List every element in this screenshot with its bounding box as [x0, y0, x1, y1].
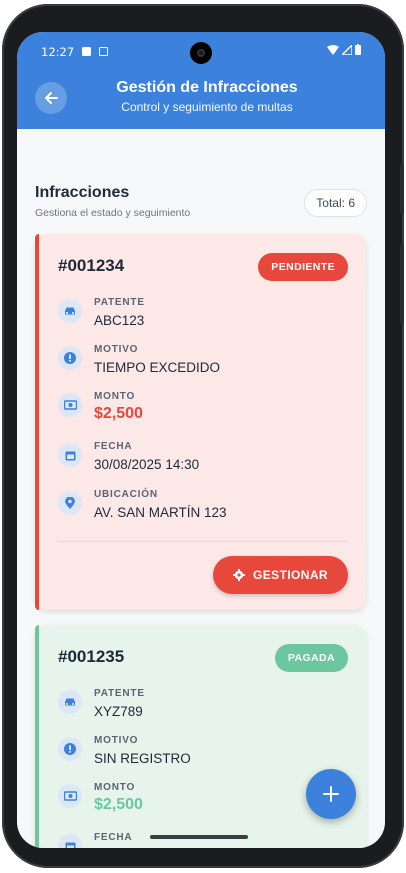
- alert-icon: [58, 346, 82, 370]
- field-value: XYZ789: [94, 704, 143, 719]
- wifi-icon: [327, 44, 339, 55]
- power-button: [400, 164, 404, 214]
- field-label: PATENTE: [94, 688, 145, 699]
- field-fecha: FECHA 30/08/2025 14:30: [58, 441, 348, 483]
- money-icon: [58, 393, 82, 417]
- field-label: FECHA: [94, 832, 133, 843]
- field-value: TIEMPO EXCEDIDO: [94, 360, 221, 375]
- front-camera: [190, 42, 212, 64]
- field-motivo: MOTIVO SIN REGISTRO: [58, 735, 348, 777]
- car-icon: [58, 299, 82, 323]
- status-stripe: [35, 234, 39, 610]
- field-label: MONTO: [94, 391, 136, 402]
- field-label: MOTIVO: [94, 344, 139, 355]
- app-screen: 12:27 Gestión de Infracciones Control y …: [17, 32, 385, 848]
- home-indicator[interactable]: [150, 835, 248, 839]
- status-badge: PENDIENTE: [258, 253, 348, 281]
- section-subtitle: Gestiona el estado y seguimiento: [35, 207, 191, 219]
- money-icon: [58, 784, 82, 808]
- app-notification-icon: [99, 47, 108, 56]
- infraction-card[interactable]: #001234 PENDIENTE PATENTE ABC123 MOTIVO …: [35, 234, 366, 610]
- plus-icon: [323, 786, 339, 802]
- field-motivo: MOTIVO TIEMPO EXCEDIDO: [58, 344, 348, 386]
- field-monto: MONTO $2,500: [58, 782, 348, 824]
- field-ubicacion: UBICACIÓN AV. SAN MARTÍN 123: [58, 489, 348, 531]
- total-count-badge: Total: 6: [304, 189, 367, 217]
- add-infraction-button[interactable]: [306, 769, 356, 819]
- phone-frame: 12:27 Gestión de Infracciones Control y …: [2, 4, 404, 868]
- car-icon: [58, 690, 82, 714]
- calendar-icon: [58, 443, 82, 467]
- alert-icon: [58, 737, 82, 761]
- volume-button: [400, 244, 404, 324]
- status-stripe: [35, 625, 39, 848]
- field-monto: MONTO $2,500: [58, 391, 348, 433]
- gestionar-button[interactable]: GESTIONAR: [213, 556, 348, 594]
- field-value: ABC123: [94, 313, 145, 328]
- field-label: FECHA: [94, 441, 133, 452]
- field-label: UBICACIÓN: [94, 489, 158, 500]
- app-header: 12:27 Gestión de Infracciones Control y …: [17, 32, 385, 129]
- field-label: MOTIVO: [94, 735, 139, 746]
- amount-value: $2,500: [94, 405, 143, 422]
- field-label: MONTO: [94, 782, 136, 793]
- infraction-number: #001234: [58, 256, 125, 275]
- field-value: 30/08/2025 14:30: [94, 457, 200, 472]
- gestionar-label: GESTIONAR: [253, 568, 328, 582]
- status-badge: PAGADA: [274, 644, 348, 672]
- page-title: Gestión de Infracciones: [116, 79, 298, 96]
- battery-icon: [355, 44, 361, 55]
- field-label: PATENTE: [94, 297, 145, 308]
- card-divider: [58, 541, 348, 542]
- field-patente: PATENTE XYZ789: [58, 688, 348, 730]
- infraction-number: #001235: [58, 647, 125, 666]
- field-value: SIN REGISTRO: [94, 751, 191, 766]
- amount-value: $2,500: [94, 796, 143, 813]
- status-time: 12:27: [41, 45, 75, 59]
- field-patente: PATENTE ABC123: [58, 297, 348, 339]
- notification-icon: [82, 47, 91, 56]
- calendar-icon: [58, 834, 82, 848]
- location-pin-icon: [58, 491, 82, 515]
- gear-icon: [233, 569, 246, 581]
- signal-icon: [342, 44, 352, 55]
- section-title: Infracciones: [35, 184, 130, 201]
- field-value: AV. SAN MARTÍN 123: [94, 505, 227, 520]
- page-subtitle: Control y seguimiento de multas: [121, 100, 293, 114]
